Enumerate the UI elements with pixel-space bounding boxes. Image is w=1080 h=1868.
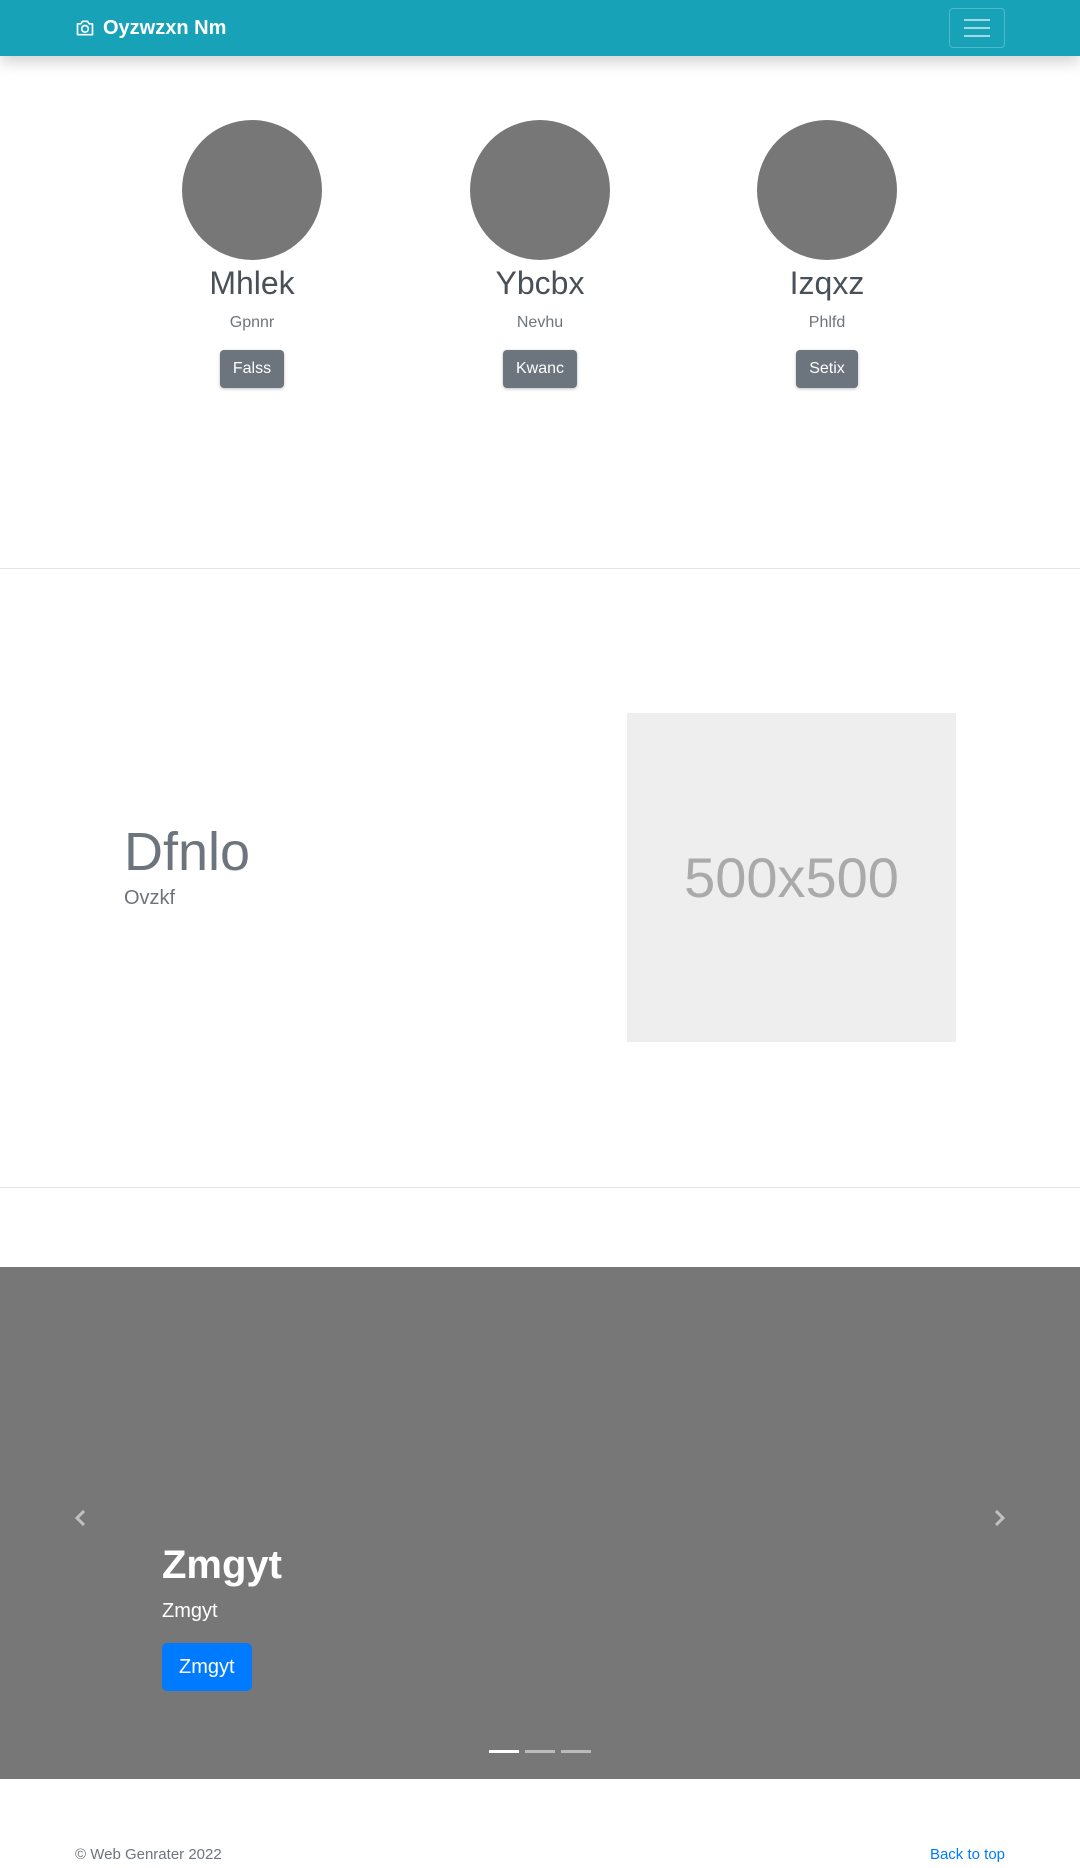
- navbar-toggler-button[interactable]: [949, 8, 1005, 48]
- avatar: [182, 120, 322, 260]
- navbar: Oyzwzxn Nm: [0, 0, 1080, 56]
- carousel-cta-button[interactable]: Zmgyt: [162, 1643, 252, 1691]
- carousel-indicator[interactable]: [489, 1750, 519, 1753]
- member-button[interactable]: Kwanc: [502, 350, 578, 388]
- feature-title: Dfnlo: [124, 822, 251, 882]
- section-divider: [0, 568, 1080, 569]
- section-divider: [0, 1187, 1080, 1188]
- member-role: Phlfd: [808, 314, 846, 331]
- carousel-text: Zmgyt: [162, 1600, 218, 1622]
- team-member-card: Ybcbx Nevhu Kwanc: [440, 120, 640, 388]
- team-section: Mhlek Gpnnr Falss Ybcbx Nevhu Kwanc Izqx…: [0, 56, 1080, 568]
- member-role: Nevhu: [516, 314, 564, 331]
- navbar-brand[interactable]: Oyzwzxn Nm: [75, 0, 226, 56]
- placeholder-image-label: 500x500: [684, 846, 899, 909]
- carousel-indicator[interactable]: [561, 1750, 591, 1753]
- avatar: [470, 120, 610, 260]
- placeholder-image: 500x500: [627, 713, 956, 1042]
- chevron-right-icon: [994, 1509, 1006, 1527]
- carousel: Zmgyt Zmgyt Zmgyt: [0, 1267, 1080, 1779]
- camera-icon: [76, 20, 94, 36]
- member-button[interactable]: Falss: [219, 350, 285, 388]
- member-role: Gpnnr: [229, 314, 275, 331]
- member-name: Ybcbx: [495, 265, 585, 301]
- carousel-prev-control[interactable]: [66, 1503, 96, 1533]
- carousel-indicator[interactable]: [525, 1750, 555, 1753]
- member-name: Izqxz: [789, 265, 865, 301]
- carousel-next-control[interactable]: [984, 1503, 1014, 1533]
- member-name: Mhlek: [209, 265, 295, 301]
- hamburger-menu-icon: [964, 19, 990, 37]
- team-member-card: Izqxz Phlfd Setix: [727, 120, 927, 388]
- avatar: [757, 120, 897, 260]
- chevron-left-icon: [74, 1509, 86, 1527]
- team-member-card: Mhlek Gpnnr Falss: [152, 120, 352, 388]
- member-button[interactable]: Setix: [796, 350, 858, 388]
- feature-subtitle: Ovzkf: [124, 887, 176, 909]
- carousel-caption: Zmgyt Zmgyt Zmgyt: [162, 1541, 282, 1691]
- brand-label: Oyzwzxn Nm: [103, 16, 227, 39]
- carousel-indicators: [489, 1750, 591, 1753]
- footer-copyright: © Web Genrater 2022: [75, 1846, 222, 1863]
- carousel-title: Zmgyt: [162, 1543, 282, 1587]
- back-to-top-link[interactable]: Back to top: [930, 1845, 1005, 1865]
